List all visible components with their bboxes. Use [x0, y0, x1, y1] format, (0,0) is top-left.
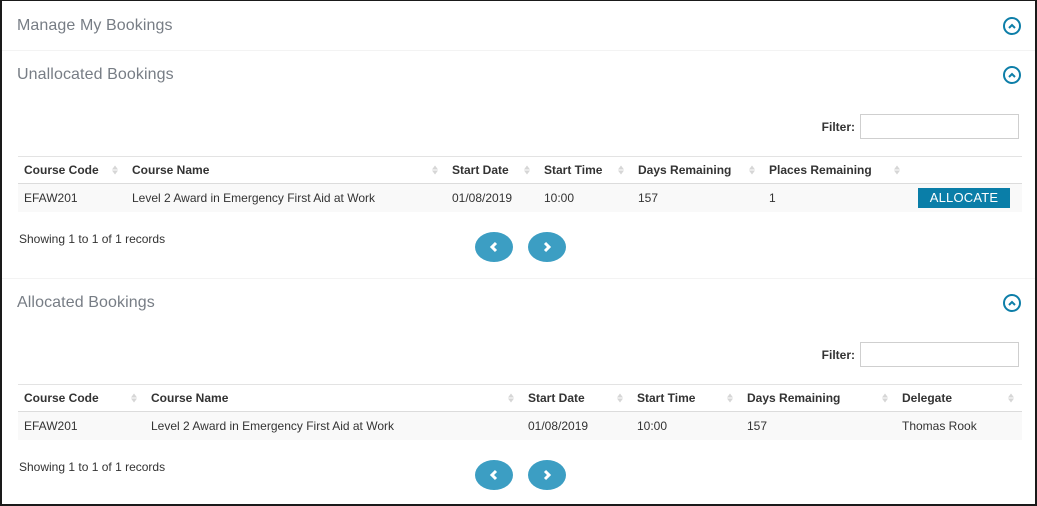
cell-places-remaining: 1: [769, 190, 776, 205]
allocated-filter: Filter:: [822, 342, 1019, 367]
column-header-start-date[interactable]: Start Date: [522, 385, 631, 412]
column-header-course-name[interactable]: Course Name: [145, 385, 522, 412]
allocated-bookings-table: Course Code Course Name Start Date Start…: [18, 384, 1022, 440]
table-row: EFAW201 Level 2 Award in Emergency First…: [18, 411, 1022, 440]
chevron-right-icon: [543, 241, 552, 253]
allocated-bookings-title: Allocated Bookings: [17, 294, 155, 311]
filter-label: Filter:: [821, 119, 855, 134]
column-header-course-code[interactable]: Course Code: [18, 385, 145, 412]
allocated-pagination: [475, 460, 566, 490]
cell-course-name: Level 2 Award in Emergency First Aid at …: [132, 190, 375, 205]
filter-label: Filter:: [821, 347, 855, 362]
next-page-button[interactable]: [528, 460, 566, 490]
chevron-up-circle-icon[interactable]: [1003, 66, 1021, 84]
column-header-places-remaining[interactable]: Places Remaining: [763, 157, 908, 184]
unallocated-bookings-table: Course Code Course Name Start Date Start…: [18, 156, 1022, 212]
previous-page-button[interactable]: [475, 232, 513, 262]
sort-arrows-icon: [617, 393, 623, 403]
unallocated-records-info: Showing 1 to 1 of 1 records: [19, 232, 166, 246]
cell-course-code: EFAW201: [24, 190, 78, 205]
sort-arrows-icon: [112, 165, 118, 175]
sort-arrows-icon: [882, 393, 888, 403]
sort-arrows-icon: [749, 165, 755, 175]
chevron-left-icon: [489, 469, 498, 481]
unallocated-filter-input[interactable]: [860, 114, 1019, 139]
column-header-days-remaining[interactable]: Days Remaining: [741, 385, 896, 412]
column-header-start-time[interactable]: Start Time: [631, 385, 741, 412]
cell-start-time: 10:00: [544, 190, 575, 205]
cell-start-time: 10:00: [637, 418, 668, 433]
chevron-right-icon: [543, 469, 552, 481]
sort-arrows-icon: [1008, 393, 1014, 403]
next-page-button[interactable]: [528, 232, 566, 262]
previous-page-button[interactable]: [475, 460, 513, 490]
table-header-row: Course Code Course Name Start Date Start…: [18, 156, 1022, 184]
cell-delegate: Thomas Rook: [902, 418, 977, 433]
sort-arrows-icon: [618, 165, 624, 175]
column-header-action: [908, 157, 1022, 184]
unallocated-bookings-header[interactable]: Unallocated Bookings: [2, 51, 1035, 99]
cell-start-date: 01/08/2019: [528, 418, 589, 433]
sort-arrows-icon: [727, 393, 733, 403]
manage-bookings-header[interactable]: Manage My Bookings: [2, 2, 1035, 50]
cell-days-remaining: 157: [747, 418, 768, 433]
unallocated-pagination: [475, 232, 566, 262]
sort-arrows-icon: [432, 165, 438, 175]
manage-bookings-title: Manage My Bookings: [17, 17, 173, 34]
cell-days-remaining: 157: [638, 190, 659, 205]
column-header-start-date[interactable]: Start Date: [446, 157, 538, 184]
allocate-button[interactable]: ALLOCATE: [918, 187, 1010, 208]
cell-action: ALLOCATE: [908, 184, 1022, 212]
allocated-filter-input[interactable]: [860, 342, 1019, 367]
chevron-up-circle-icon[interactable]: [1003, 17, 1021, 35]
chevron-up-circle-icon[interactable]: [1003, 294, 1021, 312]
cell-course-code: EFAW201: [24, 418, 78, 433]
column-header-course-name[interactable]: Course Name: [126, 157, 446, 184]
unallocated-filter: Filter:: [822, 114, 1019, 139]
column-header-days-remaining[interactable]: Days Remaining: [632, 157, 763, 184]
column-header-course-code[interactable]: Course Code: [18, 157, 126, 184]
sort-arrows-icon: [508, 393, 514, 403]
unallocated-bookings-title: Unallocated Bookings: [17, 66, 174, 83]
sort-arrows-icon: [131, 393, 137, 403]
chevron-left-icon: [489, 241, 498, 253]
table-row: EFAW201 Level 2 Award in Emergency First…: [18, 183, 1022, 212]
sort-arrows-icon: [894, 165, 900, 175]
cell-start-date: 01/08/2019: [452, 190, 513, 205]
allocated-records-info: Showing 1 to 1 of 1 records: [19, 460, 166, 474]
column-header-start-time[interactable]: Start Time: [538, 157, 632, 184]
table-header-row: Course Code Course Name Start Date Start…: [18, 384, 1022, 412]
sort-arrows-icon: [524, 165, 530, 175]
bookings-panel: Manage My Bookings Unallocated Bookings …: [0, 0, 1037, 506]
column-header-delegate[interactable]: Delegate: [896, 385, 1022, 412]
allocated-bookings-header[interactable]: Allocated Bookings: [2, 279, 1035, 327]
cell-course-name: Level 2 Award in Emergency First Aid at …: [151, 418, 394, 433]
